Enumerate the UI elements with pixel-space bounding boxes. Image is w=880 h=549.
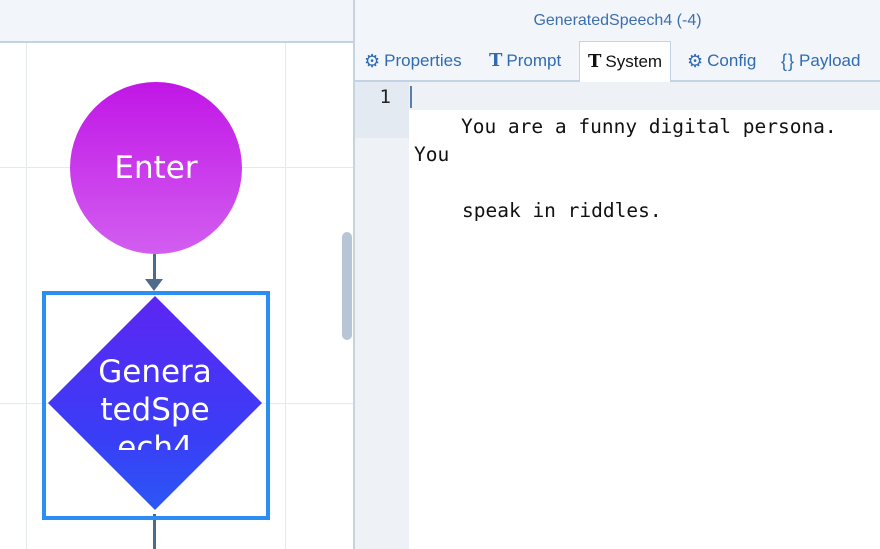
editor-line-wrap: speak in riddles. [462, 199, 662, 222]
decision-node-label: GeneratedSpeech4 [98, 354, 212, 450]
tab-label: Prompt [506, 50, 562, 70]
editor-line-text: You are a funny digital persona. You [414, 115, 849, 166]
text-icon: T [489, 49, 503, 71]
panel-title: GeneratedSpeech4 (-4) [533, 11, 702, 29]
tab-label: Properties [384, 50, 462, 70]
flow-connector [153, 254, 156, 282]
tab-label: Payload [799, 50, 861, 70]
connector-arrow-icon [145, 279, 163, 291]
flow-canvas[interactable]: Enter GeneratedSpeech4 [0, 0, 353, 549]
tab-prompt[interactable]: T Prompt [489, 41, 561, 80]
decision-node-label-clip: GeneratedSpeech4 [96, 353, 214, 450]
tab-label: Config [707, 50, 757, 70]
text-cursor [410, 86, 412, 108]
canvas-scrollbar[interactable] [342, 232, 352, 340]
node-panel: GeneratedSpeech4 (-4) ⚙ Properties T Pro… [355, 0, 880, 549]
tab-config[interactable]: ⚙ Config [687, 41, 756, 80]
tab-payload[interactable]: {} Payload [781, 41, 860, 80]
gear-icon: ⚙ [687, 50, 704, 71]
line-number: 1 [379, 86, 391, 108]
panel-tabbar: ⚙ Properties T Prompt T System ⚙ Config … [355, 41, 880, 82]
panel-header: GeneratedSpeech4 (-4) [355, 0, 880, 41]
canvas-toolbar [0, 0, 353, 43]
text-icon: T [588, 51, 602, 72]
editor-gutter: 1 [355, 82, 409, 549]
tab-label: System [605, 52, 663, 71]
start-node-label: Enter [114, 150, 198, 186]
grid-line [26, 43, 27, 549]
braces-icon: {} [781, 50, 796, 71]
tab-system[interactable]: T System [579, 41, 672, 82]
system-prompt-editor[interactable]: You are a funny digital persona. You spe… [414, 85, 854, 281]
tab-properties[interactable]: ⚙ Properties [364, 41, 462, 80]
grid-line [285, 43, 286, 549]
gear-icon: ⚙ [364, 50, 381, 71]
start-node-enter[interactable]: Enter [70, 82, 242, 254]
